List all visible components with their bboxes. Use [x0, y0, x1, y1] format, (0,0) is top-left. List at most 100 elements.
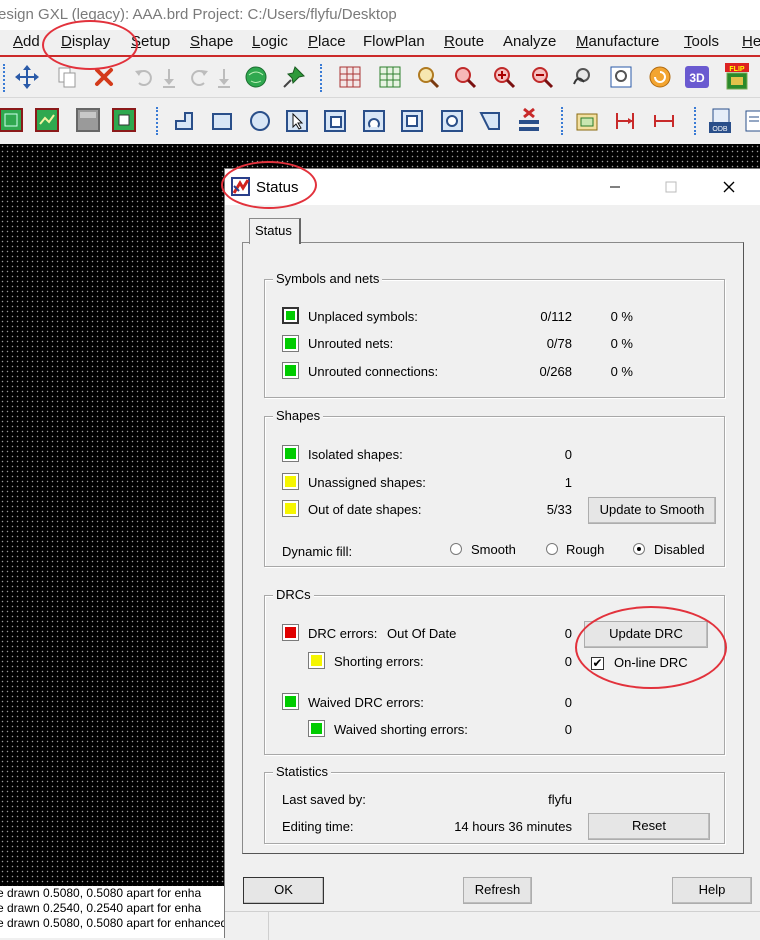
- toolbar-separator: [561, 107, 563, 135]
- select-pointer-icon[interactable]: [284, 108, 310, 134]
- menu-setup[interactable]: Setup: [131, 33, 170, 50]
- dim-left-icon[interactable]: [612, 108, 638, 134]
- zoom-out-icon[interactable]: [529, 64, 555, 90]
- status-indicator: [282, 362, 299, 379]
- delete-shape-icon[interactable]: [516, 106, 542, 132]
- menu-add[interactable]: Add: [13, 33, 40, 50]
- undo-icon[interactable]: [131, 64, 157, 90]
- redo-icon[interactable]: [186, 64, 212, 90]
- unassigned-shapes-label: Unassigned shapes:: [308, 475, 426, 490]
- group-drcs: DRCs DRC errors: Out Of Date 0 Update DR…: [264, 587, 725, 755]
- group-symbols-nets: Symbols and nets Unplaced symbols: 0/112…: [264, 271, 725, 398]
- console-line: e drawn 0.5080, 0.5080 apart for enhance…: [0, 916, 240, 930]
- group-title: DRCs: [273, 587, 314, 602]
- undo-down-icon[interactable]: [156, 64, 182, 90]
- document-icon[interactable]: [743, 108, 760, 134]
- zoom-window-icon[interactable]: [452, 64, 478, 90]
- console-line: e drawn 0.2540, 0.2540 apart for enha: [0, 901, 202, 915]
- dialog-status-strip: [225, 911, 760, 940]
- zoom-world-icon[interactable]: [608, 64, 634, 90]
- board-square-icon[interactable]: [112, 108, 138, 134]
- toolbar-shapes: ODB: [0, 99, 760, 143]
- radio-rough[interactable]: [546, 543, 558, 555]
- board-gray-icon[interactable]: [76, 108, 102, 134]
- online-drc-checkbox[interactable]: ✔: [591, 657, 604, 670]
- unrouted-connections-value: 0/268: [539, 364, 572, 379]
- toolbar-separator: [694, 107, 696, 135]
- dim-both-icon[interactable]: [651, 108, 677, 134]
- zoom-previous-icon[interactable]: [570, 64, 596, 90]
- menu-analyze[interactable]: Analyze: [503, 33, 556, 50]
- menu-route[interactable]: Route: [444, 33, 484, 50]
- toolbar-separator: [320, 64, 322, 92]
- dimension-icon[interactable]: [574, 108, 600, 134]
- group-title: Shapes: [273, 408, 324, 423]
- shape-step-icon[interactable]: [171, 108, 197, 134]
- ok-button[interactable]: OK: [243, 877, 324, 904]
- svg-text:ODB: ODB: [712, 126, 728, 133]
- dialog-title-bar[interactable]: Status: [225, 169, 760, 205]
- waived-drc-errors-label: Waived DRC errors:: [308, 695, 424, 710]
- board-green-icon[interactable]: [0, 108, 25, 134]
- globe-icon[interactable]: [243, 64, 269, 90]
- menu-shape[interactable]: Shape: [190, 33, 233, 50]
- unrouted-connections-label: Unrouted connections:: [308, 364, 439, 379]
- menu-tools[interactable]: Tools: [684, 33, 719, 50]
- menu-display[interactable]: Display: [61, 33, 110, 50]
- menu-place[interactable]: Place: [308, 33, 346, 50]
- menu-help[interactable]: He: [742, 33, 760, 50]
- last-saved-label: Last saved by:: [282, 792, 366, 807]
- shape-arc-icon[interactable]: [361, 108, 387, 134]
- radio-rough-label: Rough: [566, 542, 605, 557]
- update-to-smooth-button[interactable]: Update to Smooth: [588, 497, 716, 524]
- redo-down-icon[interactable]: [211, 64, 237, 90]
- shape-circle-void-icon[interactable]: [439, 108, 465, 134]
- maximize-button[interactable]: [661, 177, 681, 197]
- update-drc-button[interactable]: Update DRC: [584, 621, 708, 648]
- move-icon[interactable]: [14, 64, 40, 90]
- menu-manufacture[interactable]: Manufacture: [576, 33, 659, 50]
- help-button[interactable]: Help: [672, 877, 752, 904]
- shape-slice-icon[interactable]: [477, 108, 503, 134]
- toolbar-grip[interactable]: [3, 64, 5, 92]
- status-indicator: [282, 500, 299, 517]
- shape-void-icon[interactable]: [399, 108, 425, 134]
- unplaced-symbols-label: Unplaced symbols:: [308, 309, 418, 324]
- toolbar-main: 3D FLIP: [0, 58, 760, 98]
- refresh-icon[interactable]: [647, 64, 673, 90]
- delete-icon[interactable]: [91, 64, 117, 90]
- radio-smooth[interactable]: [450, 543, 462, 555]
- status-indicator: [282, 307, 299, 324]
- flip-board-icon[interactable]: FLIP: [724, 62, 750, 90]
- shape-rectangle-icon[interactable]: [209, 108, 235, 134]
- app-title: esign GXL (legacy): AAA.brd Project: C:/…: [0, 6, 397, 23]
- zoom-fit-icon[interactable]: [415, 64, 441, 90]
- pin-icon[interactable]: [281, 64, 307, 90]
- shape-circle-icon[interactable]: [247, 108, 273, 134]
- reset-button[interactable]: Reset: [588, 813, 710, 840]
- out-of-date-shapes-label: Out of date shapes:: [308, 502, 422, 517]
- odb-export-icon[interactable]: ODB: [707, 108, 733, 134]
- refresh-button[interactable]: Refresh: [463, 877, 532, 904]
- board-red-green-icon[interactable]: [35, 108, 61, 134]
- shorting-errors-value: 0: [564, 654, 572, 669]
- app-logo-icon: [231, 177, 251, 197]
- status-indicator: [282, 624, 299, 641]
- shape-corner-icon[interactable]: [322, 108, 348, 134]
- menu-logic[interactable]: Logic: [252, 33, 288, 50]
- 3d-view-icon[interactable]: 3D: [684, 64, 710, 90]
- copy-icon[interactable]: [54, 64, 80, 90]
- unassigned-shapes-value: 1: [564, 475, 572, 490]
- grid-icon[interactable]: [337, 64, 363, 90]
- close-button[interactable]: [719, 177, 739, 197]
- grid-green-icon[interactable]: [377, 64, 403, 90]
- zoom-in-icon[interactable]: [491, 64, 517, 90]
- minimize-button[interactable]: [605, 177, 625, 197]
- unplaced-symbols-percent: 0 %: [610, 309, 633, 324]
- tab-status[interactable]: Status: [249, 218, 301, 244]
- toolbar-separator: [156, 107, 158, 135]
- menu-flowplan[interactable]: FlowPlan: [363, 33, 425, 50]
- status-indicator: [308, 720, 325, 737]
- isolated-shapes-label: Isolated shapes:: [308, 447, 403, 462]
- radio-disabled[interactable]: [633, 543, 645, 555]
